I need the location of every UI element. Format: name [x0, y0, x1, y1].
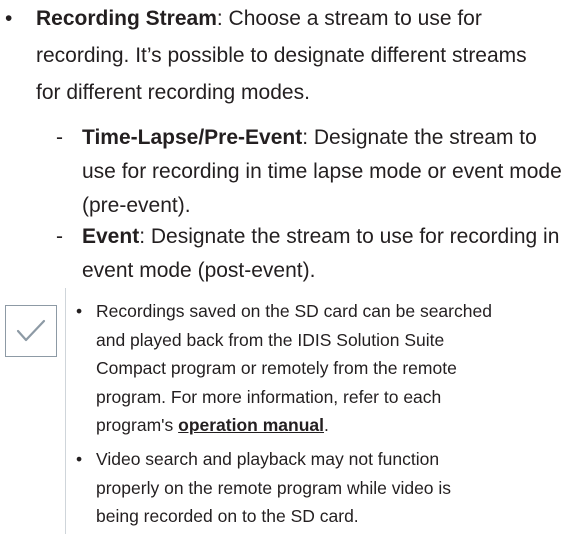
- recording-stream-line-2: recording. It’s possible to designate di…: [36, 44, 527, 67]
- operation-manual-link[interactable]: operation manual: [178, 415, 324, 435]
- sub-item-time-lapse: - Time-Lapse/Pre-Event: Designate the st…: [56, 121, 576, 223]
- checkmark-icon: [5, 305, 57, 357]
- dash-marker: -: [56, 225, 63, 248]
- bullet-marker: •: [76, 301, 83, 321]
- note-1-line-4: program. For more information, refer to …: [96, 386, 442, 407]
- event-term: Event: [82, 225, 140, 248]
- sub-item-event: - Event: Designate the stream to use for…: [56, 220, 576, 288]
- note-1-line-1: Recordings saved on the SD card can be s…: [96, 301, 492, 321]
- time-lapse-line-2: use for recording in time lapse mode or …: [82, 160, 562, 183]
- note-2-line-3: being recorded on to the SD card.: [96, 506, 359, 526]
- time-lapse-line-1: Time-Lapse/Pre-Event: Designate the stre…: [82, 121, 576, 155]
- recording-stream-item: Recording Stream: Choose a stream to use…: [36, 0, 576, 111]
- time-lapse-desc-1: : Designate the stream to: [302, 126, 537, 149]
- time-lapse-line-3: (pre-event).: [82, 194, 191, 217]
- note-item-sd-search: • Recordings saved on the SD card can be…: [76, 297, 576, 440]
- bullet-marker: •: [76, 449, 83, 469]
- recording-stream-term: Recording Stream: [36, 7, 217, 30]
- event-line-2: event mode (post-event).: [82, 259, 316, 282]
- note-item-playback: • Video search and playback may not func…: [76, 445, 576, 531]
- note-1-line-3: Compact program or remotely from the rem…: [96, 358, 457, 378]
- dash-marker: -: [56, 126, 63, 149]
- recording-stream-line-3: for different recording modes.: [36, 81, 310, 104]
- note-1-line-5-pre: program's: [96, 415, 179, 435]
- time-lapse-term: Time-Lapse/Pre-Event: [82, 126, 303, 149]
- note-1-line-5-post: .: [323, 415, 329, 435]
- event-desc-1: : Designate the stream to use for record…: [139, 225, 560, 248]
- event-line-1: Event: Designate the stream to use for r…: [82, 220, 576, 254]
- bullet-marker: •: [5, 7, 13, 30]
- note-1-line-2: and played back from the IDIS Solution S…: [96, 329, 445, 350]
- note-2-line-2: properly on the remote program while vid…: [96, 477, 452, 498]
- note-2-line-1: Video search and playback may not functi…: [96, 449, 440, 469]
- note-divider: [65, 288, 66, 534]
- recording-stream-desc-1: : Choose a stream to use for: [216, 7, 482, 30]
- recording-stream-line-1: Recording Stream: Choose a stream to use…: [36, 0, 576, 37]
- note-1-line-5: program's operation manual.: [96, 411, 576, 440]
